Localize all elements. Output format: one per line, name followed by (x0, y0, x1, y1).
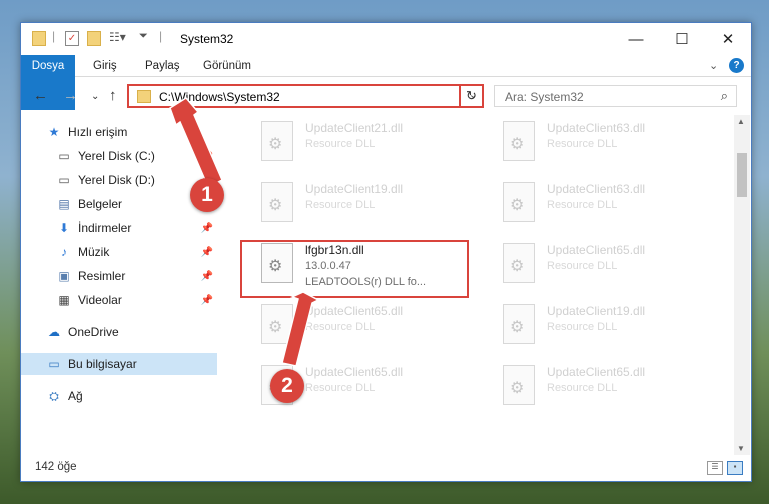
step-1-marker: 1 (190, 178, 224, 212)
annotation-arrows (169, 97, 320, 367)
arrow-2 (281, 291, 320, 367)
step-2-marker: 2 (270, 369, 304, 403)
arrow-1 (169, 97, 223, 189)
